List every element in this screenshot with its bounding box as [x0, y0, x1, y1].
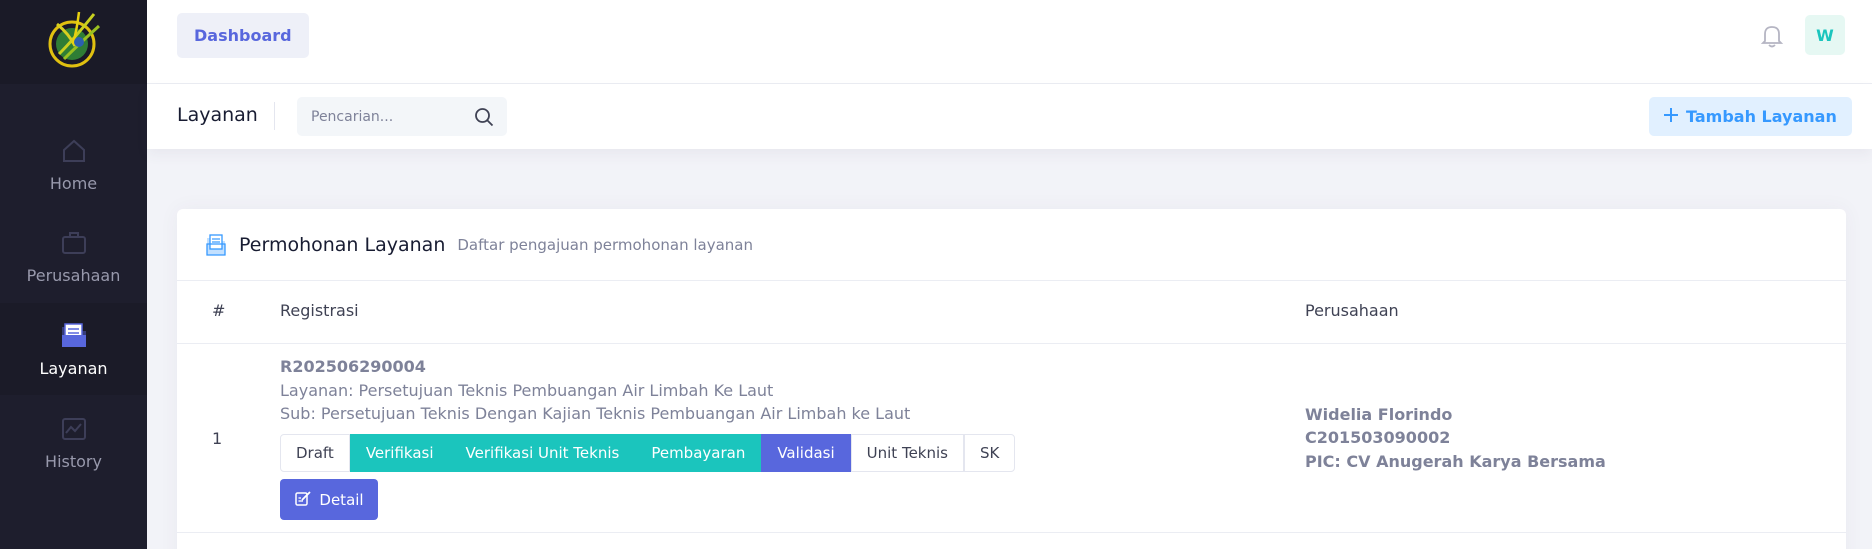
add-layanan-button[interactable]: Tambah Layanan: [1649, 97, 1852, 136]
add-layanan-label: Tambah Layanan: [1686, 107, 1837, 126]
step-pembayaran: Pembayaran: [635, 434, 762, 472]
sidebar-item-perusahaan[interactable]: Perusahaan: [0, 210, 147, 302]
sidebar-item-label: Layanan: [39, 358, 108, 378]
row-number: 1: [212, 429, 223, 448]
plus-icon: [1663, 107, 1679, 127]
sub-layanan-text: Sub: Persetujuan Teknis Dengan Kajian Te…: [280, 404, 911, 423]
edit-icon: [294, 489, 312, 511]
sidebar-item-label: Home: [49, 173, 98, 193]
sidebar-item-layanan[interactable]: Layanan: [0, 303, 147, 395]
home-icon: [59, 136, 89, 166]
sidebar: Home Perusahaan Layanan History: [0, 0, 147, 549]
column-header-registrasi: Registrasi: [280, 301, 359, 320]
card-subtitle: Daftar pengajuan permohonan layanan: [457, 235, 753, 254]
divider: [177, 532, 1846, 533]
detail-label: Detail: [319, 490, 364, 509]
sidebar-item-history[interactable]: History: [0, 396, 147, 488]
column-header-number: #: [212, 301, 226, 320]
step-verifikasi: Verifikasi: [349, 434, 450, 472]
card-header: Permohonan Layanan Daftar pengajuan perm…: [177, 209, 1846, 281]
permohonan-card: Permohonan Layanan Daftar pengajuan perm…: [177, 209, 1846, 549]
divider: [177, 343, 1846, 344]
step-draft: Draft: [280, 434, 350, 472]
company-code: C201503090002: [1305, 428, 1451, 447]
folder-icon: [59, 321, 89, 351]
chart-icon: [59, 414, 89, 444]
sidebar-item-home[interactable]: Home: [0, 118, 147, 210]
step-unit-teknis: Unit Teknis: [850, 434, 964, 472]
logo-area: [0, 0, 147, 84]
column-header-perusahaan: Perusahaan: [1305, 301, 1399, 320]
bell-icon[interactable]: [1755, 19, 1789, 53]
sidebar-item-label: Perusahaan: [26, 265, 121, 285]
dashboard-button[interactable]: Dashboard: [177, 13, 309, 58]
briefcase-icon: [59, 228, 89, 258]
layanan-text: Layanan: Persetujuan Teknis Pembuangan A…: [280, 381, 774, 400]
search-box[interactable]: [297, 97, 507, 136]
detail-button[interactable]: Detail: [280, 479, 378, 520]
folder-icon: [206, 233, 226, 256]
status-steps: Draft Verifikasi Verifikasi Unit Teknis …: [280, 434, 1016, 472]
step-verifikasi-unit-teknis: Verifikasi Unit Teknis: [449, 434, 636, 472]
sidebar-item-label: History: [45, 451, 102, 471]
avatar[interactable]: W: [1805, 15, 1845, 55]
logo-icon[interactable]: [39, 4, 109, 74]
search-input[interactable]: [311, 108, 461, 125]
search-icon[interactable]: [473, 106, 495, 132]
step-validasi: Validasi: [761, 434, 851, 472]
registration-number: R202506290004: [280, 357, 426, 376]
card-title: Permohonan Layanan: [239, 233, 446, 256]
subheader: Layanan Tambah Layanan: [147, 84, 1872, 149]
top-header: Dashboard W: [147, 0, 1872, 84]
page-title: Layanan: [177, 104, 258, 126]
company-pic: PIC: CV Anugerah Karya Bersama: [1305, 452, 1606, 471]
divider: [274, 102, 275, 130]
step-sk: SK: [963, 434, 1016, 472]
company-name: Widelia Florindo: [1305, 405, 1453, 424]
